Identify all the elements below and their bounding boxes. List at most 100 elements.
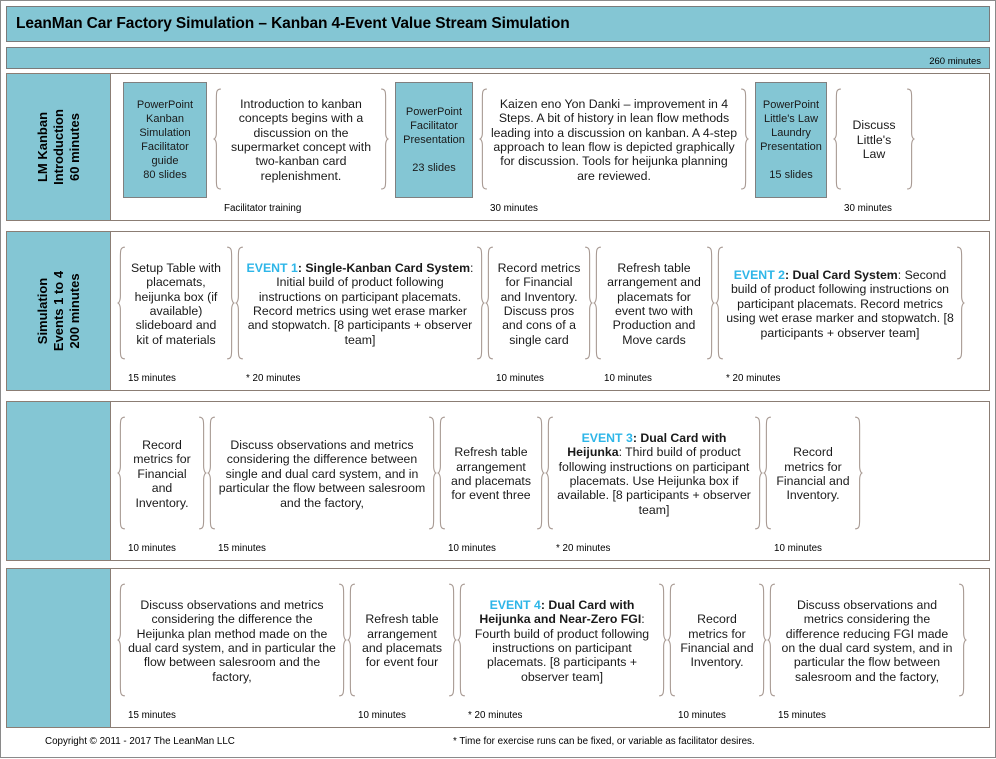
refresh-table-event-three[interactable]: Refresh table arrangement and placemats … (437, 402, 545, 560)
brace-left-icon (485, 246, 494, 360)
kaizen-eno-yon-danki-duration: 30 minutes (490, 203, 538, 214)
record-metrics-financial-inventory-3-body: Record metrics for Financial and Invento… (667, 577, 767, 705)
event-3-dual-card-with-heijunka[interactable]: EVENT 3: Dual Card with Heijunka: Third … (545, 402, 763, 560)
discuss-single-vs-dual-card[interactable]: Discuss observations and metrics conside… (207, 402, 437, 560)
intro-kanban-concepts-body: Introduction to kanban concepts begins w… (213, 82, 389, 198)
brace-left-icon (667, 583, 676, 697)
brace-left-icon (763, 416, 772, 530)
discuss-reducing-fgi[interactable]: Discuss observations and metrics conside… (767, 569, 967, 727)
refresh-table-event-two-text: Refresh table arrangement and placemats … (607, 260, 701, 347)
brace-left-icon (235, 246, 244, 360)
section-body-2: Setup Table with placemats, heijunka box… (111, 232, 989, 390)
record-metrics-discuss-single-card-duration: 10 minutes (496, 373, 544, 384)
section-body-3: Record metrics for Financial and Invento… (111, 402, 989, 560)
discuss-littles-law-text: Discuss Little's Law (852, 118, 896, 162)
brace-right-icon (584, 246, 593, 360)
event-1-single-kanban-card-system-duration: * 20 minutes (246, 373, 301, 384)
refresh-table-event-four-text: Refresh table arrangement and placemats … (362, 612, 442, 670)
event-3-dual-card-with-heijunka-text: EVENT 3: Dual Card with Heijunka: Third … (556, 431, 752, 517)
record-metrics-financial-inventory-2-text: Record metrics for Financial and Invento… (776, 445, 850, 503)
record-metrics-financial-inventory-3[interactable]: Record metrics for Financial and Invento… (667, 569, 767, 727)
record-metrics-discuss-single-card[interactable]: Record metrics for Financial and Invento… (485, 232, 593, 390)
event-2-dual-card-system[interactable]: EVENT 2: Dual Card System: Second build … (715, 232, 965, 390)
discuss-reducing-fgi-duration: 15 minutes (778, 710, 826, 721)
event-2-dual-card-system-duration: * 20 minutes (726, 373, 781, 384)
event-number-label: EVENT 2 (733, 268, 785, 283)
record-metrics-discuss-single-card-body: Record metrics for Financial and Invento… (485, 240, 593, 368)
discuss-heijunka-plan-method-text: Discuss observations and metrics conside… (128, 597, 336, 684)
brace-right-icon (198, 416, 207, 530)
brace-left-icon (437, 416, 446, 530)
record-metrics-financial-inventory-1[interactable]: Record metrics for Financial and Invento… (117, 402, 207, 560)
brace-right-icon (758, 583, 767, 697)
discuss-littles-law[interactable]: Discuss Little's Law 30 minutes (833, 74, 915, 220)
event-1-single-kanban-card-system[interactable]: EVENT 1: Single-Kanban Card System: Init… (235, 232, 485, 390)
record-metrics-financial-inventory-1-text: Record metrics for Financial and Invento… (133, 438, 191, 510)
event-number-label: EVENT 4 (489, 597, 541, 612)
powerpoint-facilitator-presentation-tile[interactable]: PowerPoint Facilitator Presentation 23 slid… (389, 74, 479, 220)
brace-right-icon (740, 88, 749, 190)
record-metrics-financial-inventory-2-body: Record metrics for Financial and Invento… (763, 410, 863, 538)
powerpoint-kanban-simulation-facilitator-guide-label: PowerPoint Kanban Simulation Facilitator gui… (123, 82, 207, 198)
setup-table[interactable]: Setup Table with placemats, heijunka box… (117, 232, 235, 390)
refresh-table-event-four-duration: 10 minutes (358, 710, 406, 721)
discuss-reducing-fgi-text: Discuss observations and metrics conside… (781, 597, 953, 684)
powerpoint-littles-law-laundry-presentation-tile[interactable]: PowerPoint Little's Law Laundry Presentatio… (749, 74, 833, 220)
event-title-label: : Single-Kanban Card System (297, 260, 471, 275)
brace-right-icon (448, 583, 457, 697)
event-number-label: EVENT 3 (581, 430, 633, 445)
brace-left-icon (117, 416, 126, 530)
section-label-2: Simulation Events 1 to 4 200 minutes (7, 232, 111, 390)
refresh-table-event-four[interactable]: Refresh table arrangement and placemats … (347, 569, 457, 727)
discuss-littles-law-body: Discuss Little's Law (833, 82, 915, 198)
setup-table-text: Setup Table with placemats, heijunka box… (130, 260, 221, 347)
section-label-text: LM Kanban Introduction 60 minutes (34, 109, 82, 185)
event-4-dual-card-heijunka-near-zero-fgi-duration: * 20 minutes (468, 710, 523, 721)
record-metrics-financial-inventory-1-body: Record metrics for Financial and Invento… (117, 410, 207, 538)
brace-right-icon (536, 416, 545, 530)
event-3-dual-card-with-heijunka-duration: * 20 minutes (556, 543, 611, 554)
copyright-text: Copyright © 2011 - 2017 The LeanMan LLC (45, 736, 235, 747)
section-body-4: Discuss observations and metrics conside… (111, 569, 989, 727)
brace-right-icon (906, 88, 915, 190)
refresh-table-event-two-body: Refresh table arrangement and placemats … (593, 240, 715, 368)
discuss-littles-law-duration: 30 minutes (844, 203, 892, 214)
section-row-4: Discuss observations and metrics conside… (6, 568, 990, 728)
refresh-table-event-four-body: Refresh table arrangement and placemats … (347, 577, 457, 705)
section-label-3 (7, 402, 111, 560)
powerpoint-littles-law-laundry-presentation-label: PowerPoint Little's Law Laundry Presentatio… (755, 82, 827, 198)
brace-left-icon (347, 583, 356, 697)
brace-left-icon (457, 583, 466, 697)
event-1-single-kanban-card-system-body: EVENT 1: Single-Kanban Card System: Init… (235, 240, 485, 368)
kaizen-eno-yon-danki[interactable]: Kaizen eno Yon Danki – improvement in 4 … (479, 74, 749, 220)
brace-right-icon (958, 583, 967, 697)
brace-right-icon (854, 416, 863, 530)
brace-left-icon (207, 416, 216, 530)
kaizen-eno-yon-danki-body: Kaizen eno Yon Danki – improvement in 4 … (479, 82, 749, 198)
page-title: LeanMan Car Factory Simulation – Kanban … (16, 15, 570, 32)
brace-right-icon (338, 583, 347, 697)
section-row-2: Simulation Events 1 to 4 200 minutes Setup … (6, 231, 990, 391)
brace-right-icon (706, 246, 715, 360)
discuss-single-vs-dual-card-body: Discuss observations and metrics conside… (207, 410, 437, 538)
record-metrics-financial-inventory-3-text: Record metrics for Financial and Invento… (680, 612, 754, 670)
event-4-dual-card-heijunka-near-zero-fgi-text: EVENT 4: Dual Card with Heijunka and Nea… (468, 598, 656, 684)
powerpoint-kanban-simulation-facilitator-guide-tile[interactable]: PowerPoint Kanban Simulation Facilitator gui… (117, 74, 213, 220)
record-metrics-financial-inventory-3-duration: 10 minutes (678, 710, 726, 721)
discuss-reducing-fgi-body: Discuss observations and metrics conside… (767, 577, 967, 705)
brace-left-icon (833, 88, 842, 190)
record-metrics-financial-inventory-2[interactable]: Record metrics for Financial and Invento… (763, 402, 863, 560)
discuss-heijunka-plan-method[interactable]: Discuss observations and metrics conside… (117, 569, 347, 727)
section-row-3: Record metrics for Financial and Invento… (6, 401, 990, 561)
event-3-dual-card-with-heijunka-body: EVENT 3: Dual Card with Heijunka: Third … (545, 410, 763, 538)
section-label-text: Simulation Events 1 to 4 200 minutes (34, 270, 82, 352)
intro-kanban-concepts[interactable]: Introduction to kanban concepts begins w… (213, 74, 389, 220)
refresh-table-event-two[interactable]: Refresh table arrangement and placemats … (593, 232, 715, 390)
discuss-heijunka-plan-method-body: Discuss observations and metrics conside… (117, 577, 347, 705)
footer: Copyright © 2011 - 2017 The LeanMan LLC … (1, 731, 996, 759)
event-4-dual-card-heijunka-near-zero-fgi[interactable]: EVENT 4: Dual Card with Heijunka and Nea… (457, 569, 667, 727)
discuss-single-vs-dual-card-text: Discuss observations and metrics conside… (218, 438, 426, 510)
brace-left-icon (545, 416, 554, 530)
